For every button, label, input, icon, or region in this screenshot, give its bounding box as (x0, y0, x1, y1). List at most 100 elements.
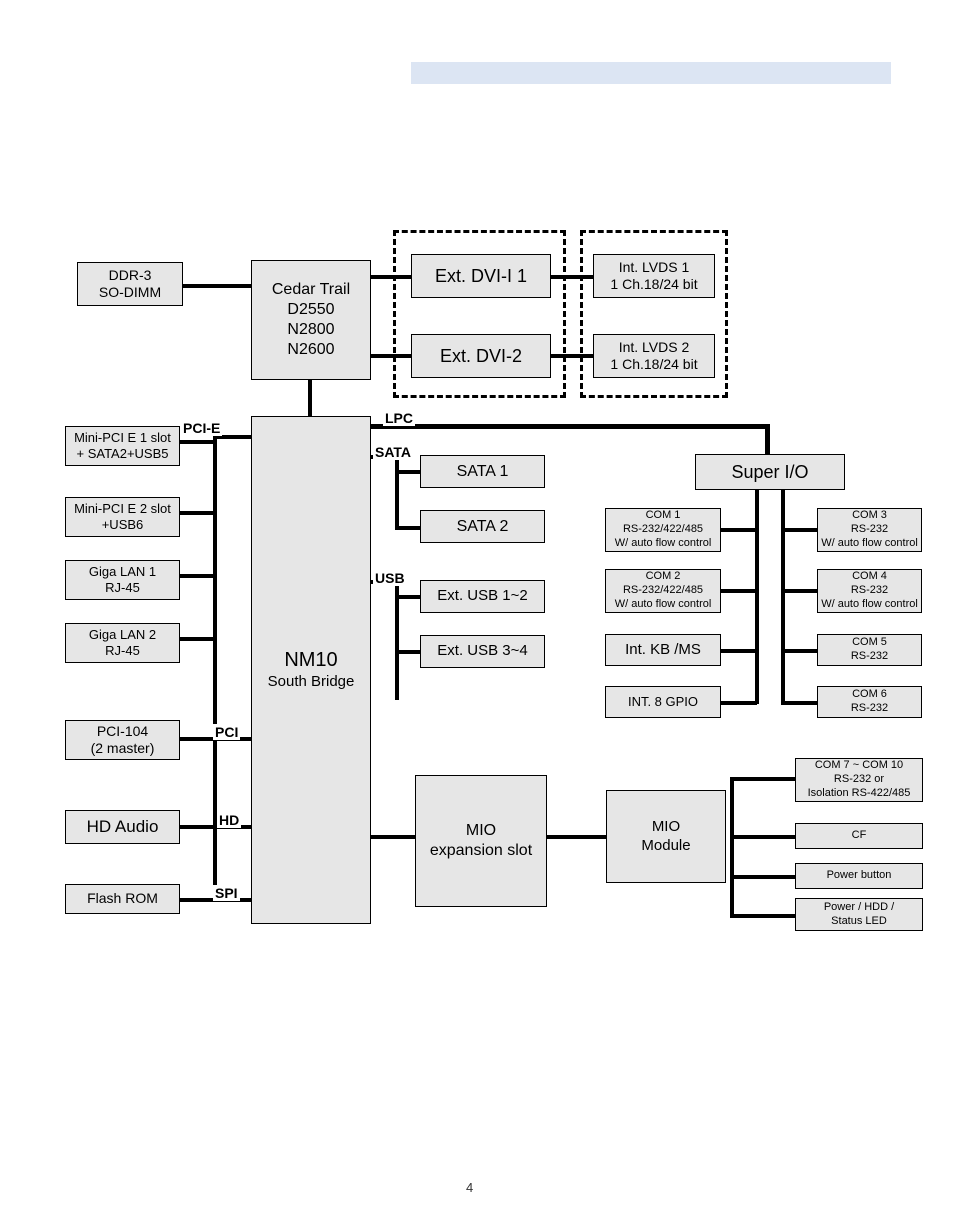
text: Power / HDD / Status LED (824, 901, 894, 929)
block-com5: COM 5 RS-232 (817, 634, 922, 666)
line (781, 701, 819, 705)
line (730, 914, 800, 918)
block-statusled: Power / HDD / Status LED (795, 898, 923, 931)
block-com710: COM 7 ~ COM 10 RS-232 or Isolation RS-42… (795, 758, 923, 802)
block-lvds2: Int. LVDS 2 1 Ch.18/24 bit (593, 334, 715, 378)
line (395, 455, 399, 530)
block-com6: COM 6 RS-232 (817, 686, 922, 718)
line (765, 424, 770, 454)
text: Super I/O (731, 461, 808, 484)
line (719, 649, 757, 653)
text: DDR-3 SO-DIMM (99, 267, 161, 302)
block-flashrom: Flash ROM (65, 884, 180, 914)
text: NM10 (284, 648, 337, 673)
text: Ext. USB 1~2 (437, 587, 527, 606)
line (781, 528, 819, 532)
text: Ext. USB 3~4 (437, 642, 527, 661)
block-mio-module: MIO Module (606, 790, 726, 883)
text: Flash ROM (87, 890, 158, 908)
line (308, 380, 312, 420)
line (368, 835, 418, 839)
text: Cedar Trail D2550 N2800 N2600 (272, 280, 350, 360)
text: Mini-PCI E 2 slot +USB6 (74, 501, 171, 534)
line (730, 777, 734, 917)
header-bar (411, 62, 891, 84)
block-com3: COM 3 RS-232 W/ auto flow control (817, 508, 922, 552)
line (719, 528, 757, 532)
block-com1: COM 1 RS-232/422/485 W/ auto flow contro… (605, 508, 721, 552)
text: COM 7 ~ COM 10 RS-232 or Isolation RS-42… (808, 759, 911, 800)
bus-label-pcie: PCI-E (181, 420, 222, 436)
block-nm10: NM10 South Bridge (251, 416, 371, 924)
block-superio: Super I/O (695, 454, 845, 490)
text: Int. LVDS 2 1 Ch.18/24 bit (610, 339, 697, 374)
text: Ext. DVI-I 1 (435, 265, 527, 288)
block-com4: COM 4 RS-232 W/ auto flow control (817, 569, 922, 613)
text: COM 2 RS-232/422/485 W/ auto flow contro… (615, 570, 712, 611)
block-hdaudio: HD Audio (65, 810, 180, 844)
block-com2: COM 2 RS-232/422/485 W/ auto flow contro… (605, 569, 721, 613)
line (178, 440, 216, 444)
block-lan2: Giga LAN 2 RJ-45 (65, 623, 180, 663)
text: COM 1 RS-232/422/485 W/ auto flow contro… (615, 509, 712, 550)
block-sata1: SATA 1 (420, 455, 545, 488)
text: COM 3 RS-232 W/ auto flow control (821, 509, 918, 550)
text: Giga LAN 1 RJ-45 (89, 564, 156, 597)
text: Ext. DVI-2 (440, 345, 522, 368)
text: Mini-PCI E 1 slot + SATA2+USB5 (74, 430, 171, 463)
text: South Bridge (268, 673, 355, 692)
line (730, 835, 800, 839)
line (368, 424, 770, 429)
block-minipcie1: Mini-PCI E 1 slot + SATA2+USB5 (65, 426, 180, 466)
line (781, 589, 819, 593)
line (183, 284, 255, 288)
line (719, 701, 757, 705)
block-ddr3: DDR-3 SO-DIMM (77, 262, 183, 306)
line (213, 435, 217, 900)
line (178, 511, 216, 515)
bus-label-hd: HD (217, 812, 241, 828)
bus-label-lpc: LPC (383, 410, 415, 426)
line (730, 777, 800, 781)
block-diagram: DDR-3 SO-DIMM Cedar Trail D2550 N2800 N2… (65, 230, 925, 950)
line (545, 835, 610, 839)
block-mio-slot: MIO expansion slot (415, 775, 547, 907)
text: COM 5 RS-232 (851, 636, 888, 664)
block-cf: CF (795, 823, 923, 849)
line (719, 589, 757, 593)
block-sata2: SATA 2 (420, 510, 545, 543)
block-powerbutton: Power button (795, 863, 923, 889)
line (178, 574, 216, 578)
text: SATA 2 (457, 517, 509, 537)
text: Int. LVDS 1 1 Ch.18/24 bit (610, 259, 697, 294)
line (755, 488, 759, 704)
block-usb34: Ext. USB 3~4 (420, 635, 545, 668)
text: MIO expansion slot (430, 821, 532, 861)
bus-label-pci: PCI (213, 724, 240, 740)
page-number: 4 (466, 1180, 473, 1195)
text: PCI-104 (2 master) (91, 723, 155, 758)
text: MIO Module (641, 818, 690, 856)
block-pci104: PCI-104 (2 master) (65, 720, 180, 760)
line (178, 637, 216, 641)
bus-label-usb: USB (373, 570, 407, 586)
text: CF (852, 829, 867, 843)
text: SATA 1 (457, 462, 509, 482)
block-dvi2: Ext. DVI-2 (411, 334, 551, 378)
text: COM 6 RS-232 (851, 688, 888, 716)
bus-label-sata: SATA (373, 444, 413, 460)
text: INT. 8 GPIO (628, 694, 698, 710)
line (781, 649, 819, 653)
text: COM 4 RS-232 W/ auto flow control (821, 570, 918, 611)
line (730, 875, 800, 879)
block-lan1: Giga LAN 1 RJ-45 (65, 560, 180, 600)
bus-label-spi: SPI (213, 885, 240, 901)
block-cpu: Cedar Trail D2550 N2800 N2600 (251, 260, 371, 380)
block-usb12: Ext. USB 1~2 (420, 580, 545, 613)
block-minipcie2: Mini-PCI E 2 slot +USB6 (65, 497, 180, 537)
block-gpio: INT. 8 GPIO (605, 686, 721, 718)
line (781, 488, 785, 704)
block-lvds1: Int. LVDS 1 1 Ch.18/24 bit (593, 254, 715, 298)
block-kbms: Int. KB /MS (605, 634, 721, 666)
text: Power button (827, 869, 892, 883)
